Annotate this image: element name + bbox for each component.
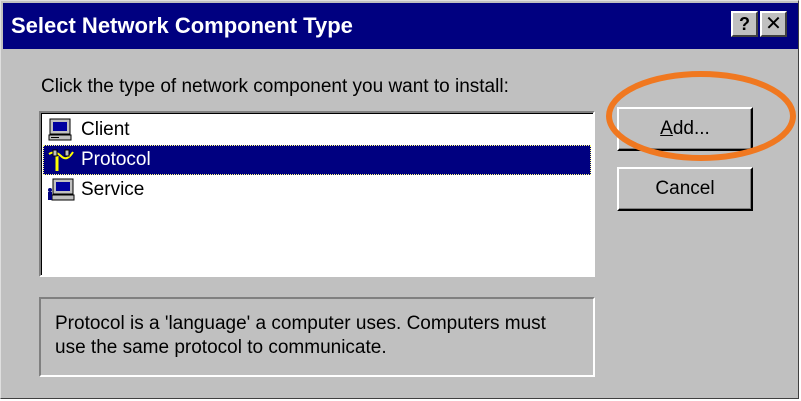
close-button[interactable]: ✕ [760,11,787,37]
list-item-label: Client [81,119,130,140]
description-box: Protocol is a 'language' a computer uses… [39,297,595,377]
list-item-service[interactable]: Service [43,175,591,205]
add-button-label: dd... [672,118,710,139]
add-button[interactable]: Add... [617,107,753,151]
protocol-cable-icon [48,149,74,171]
service-computer-icon [48,178,75,201]
list-item-protocol[interactable]: Protocol [43,145,591,175]
list-item-label: Protocol [81,149,151,170]
cancel-button[interactable]: Cancel [617,167,753,211]
instruction-label: Click the type of network component you … [41,76,509,97]
window-title: Select Network Component Type [11,13,353,38]
add-button-mnemonic: A [660,118,673,139]
dialog-window: Select Network Component Type ? ✕ Click … [0,0,799,399]
component-type-list[interactable]: Client Protocol Service [39,111,595,277]
description-text: Protocol is a 'language' a computer uses… [55,313,546,358]
list-item-label: Service [81,179,145,200]
list-item-client[interactable]: Client [43,115,591,145]
help-button[interactable]: ? [731,11,758,37]
client-computer-icon [48,118,72,141]
title-bar[interactable]: Select Network Component Type ? ✕ [3,3,798,49]
